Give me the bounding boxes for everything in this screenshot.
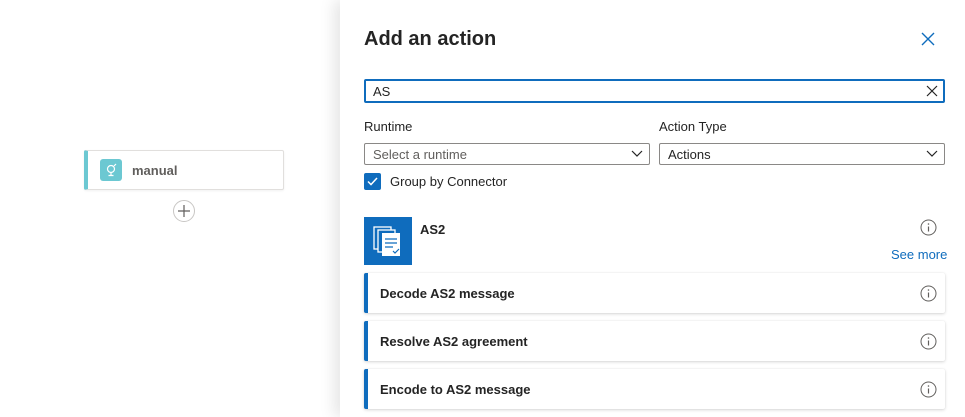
action-resolve-as2-agreement[interactable]: Resolve AS2 agreement <box>364 321 945 361</box>
as2-connector-icon <box>364 217 412 265</box>
chevron-down-icon <box>926 150 938 157</box>
chevron-down-icon <box>631 150 643 157</box>
close-panel-button[interactable] <box>919 30 937 48</box>
info-icon[interactable] <box>920 381 937 398</box>
clear-search-button[interactable] <box>921 81 943 101</box>
runtime-label: Runtime <box>364 119 413 134</box>
close-icon <box>921 32 935 46</box>
action-encode-to-as2-message[interactable]: Encode to AS2 message <box>364 369 945 409</box>
action-label: Decode AS2 message <box>380 285 515 301</box>
plus-icon <box>178 205 190 217</box>
add-step-button[interactable] <box>173 200 195 222</box>
action-decode-as2-message[interactable]: Decode AS2 message <box>364 273 945 313</box>
group-by-connector-checkbox[interactable]: Group by Connector <box>364 173 507 190</box>
action-type-label: Action Type <box>659 119 727 134</box>
group-by-connector-label: Group by Connector <box>390 174 508 189</box>
connector-name: AS2 <box>420 222 446 237</box>
clear-icon <box>926 85 938 97</box>
search-box <box>364 79 945 103</box>
action-label: Encode to AS2 message <box>380 381 531 397</box>
checkmark-icon <box>364 173 381 190</box>
trigger-label: manual <box>132 162 178 178</box>
action-type-select[interactable]: Actions <box>659 143 945 165</box>
runtime-select[interactable]: Select a runtime <box>364 143 650 165</box>
runtime-select-value: Select a runtime <box>373 146 467 162</box>
search-input[interactable] <box>366 81 921 101</box>
trigger-card-manual[interactable]: manual <box>84 150 284 190</box>
info-icon[interactable] <box>920 219 937 241</box>
info-icon[interactable] <box>920 333 937 350</box>
action-type-select-value: Actions <box>668 146 711 162</box>
info-icon[interactable] <box>920 285 937 302</box>
see-more-link[interactable]: See more <box>891 247 947 262</box>
request-trigger-icon <box>100 159 122 181</box>
action-label: Resolve AS2 agreement <box>380 333 528 349</box>
add-action-panel: Add an action Runtime Select a runtime A… <box>340 0 965 417</box>
panel-title: Add an action <box>364 28 497 50</box>
designer-canvas: manual <box>0 0 340 417</box>
